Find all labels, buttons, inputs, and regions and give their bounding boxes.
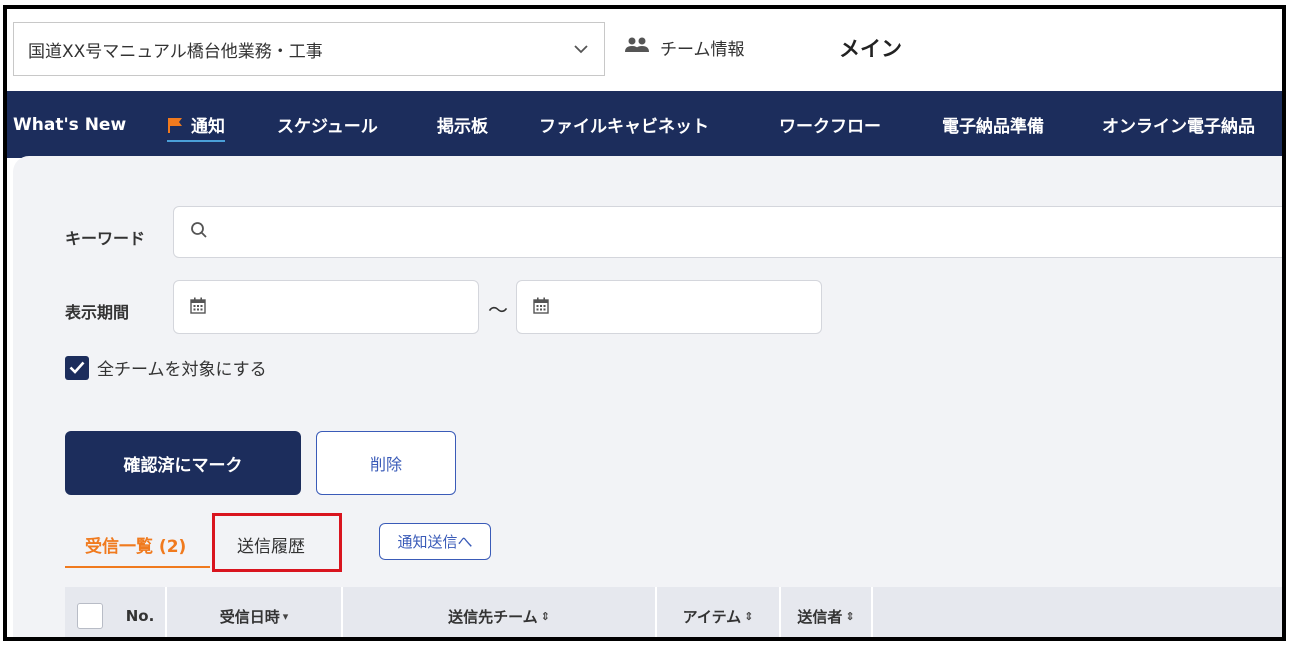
column-label: アイテム [682, 607, 742, 626]
column-label: 受信日時 [219, 607, 280, 626]
column-label: 送信先チーム [448, 607, 538, 626]
team-info-link[interactable]: チーム情報 [624, 35, 745, 60]
calendar-icon [190, 297, 206, 318]
nav-item-label: What's New [13, 114, 127, 135]
main-nav: What's New 通知 スケジュール 掲示板 ファイルキャビネット ワークフ… [7, 91, 1282, 158]
active-nav-indicator [167, 140, 225, 142]
nav-item-whats-new[interactable]: What's New [13, 91, 126, 158]
tab-received-list[interactable]: 受信一覧 (2) [85, 532, 186, 557]
select-all-cell [65, 587, 115, 637]
nav-item-file-cabinet[interactable]: ファイルキャビネット [539, 91, 709, 158]
column-label: 送信者 [797, 607, 843, 626]
team-info-label: チーム情報 [660, 40, 745, 60]
column-divider [871, 587, 873, 637]
search-icon [190, 221, 208, 243]
column-header-item[interactable]: アイテム ⇕ [657, 587, 779, 637]
sort-desc-icon: ▾ [282, 609, 289, 623]
active-tab-indicator [65, 566, 210, 568]
nav-item-label: ワークフロー [779, 117, 881, 137]
select-all-checkbox[interactable] [77, 603, 103, 629]
nav-item-label: ファイルキャビネット [539, 117, 709, 137]
period-separator: ～ [488, 298, 508, 322]
nav-item-e-delivery-prep[interactable]: 電子納品準備 [942, 91, 1044, 158]
sort-icon: ⇕ [540, 609, 550, 623]
flag-icon [167, 117, 183, 133]
nav-item-online-e-delivery[interactable]: オンライン電子納品 [1102, 91, 1255, 158]
nav-item-schedule[interactable]: スケジュール [277, 91, 378, 158]
keyword-input[interactable] [173, 206, 1282, 258]
nav-item-notifications[interactable]: 通知 [167, 91, 225, 158]
nav-item-label: オンライン電子納品 [1102, 117, 1255, 137]
highlight-annotation-box [212, 513, 342, 572]
chevron-down-icon [572, 40, 590, 58]
nav-item-workflow[interactable]: ワークフロー [779, 91, 881, 158]
nav-item-bulletin-board[interactable]: 掲示板 [437, 91, 488, 158]
mark-confirmed-button[interactable]: 確認済にマーク [65, 431, 301, 495]
nav-item-label: 通知 [191, 117, 225, 137]
calendar-icon [533, 297, 549, 318]
team-icon [624, 36, 650, 59]
nav-item-label: スケジュール [277, 117, 378, 137]
app-frame: 国道XX号マニュアル橋台他業務・工事 チーム情報 メイン What's New [3, 5, 1286, 641]
all-teams-label: 全チームを対象にする [97, 360, 267, 380]
table-header: No. 受信日時 ▾ 送信先チーム ⇕ アイテム ⇕ 送信者 ⇕ [65, 587, 1282, 637]
check-icon [69, 361, 85, 374]
project-select-value: 国道XX号マニュアル橋台他業務・工事 [28, 41, 323, 62]
sort-icon: ⇕ [845, 609, 855, 623]
nav-item-label: 電子納品準備 [942, 117, 1044, 137]
project-select[interactable]: 国道XX号マニュアル橋台他業務・工事 [13, 22, 605, 76]
send-notification-button[interactable]: 通知送信へ [379, 523, 491, 560]
period-to-input[interactable] [516, 280, 822, 334]
period-from-input[interactable] [173, 280, 479, 334]
all-teams-checkbox[interactable] [65, 355, 89, 380]
keyword-label: キーワード [65, 229, 146, 248]
column-header-no[interactable]: No. [115, 587, 165, 637]
column-label: No. [125, 607, 155, 625]
content-panel: キーワード 表示期間 ～ 全チームを対象にする 確認済にマーク 削除 受信一覧 … [13, 156, 1282, 637]
sort-icon: ⇕ [744, 609, 754, 623]
delete-button[interactable]: 削除 [316, 431, 456, 495]
column-header-destination-team[interactable]: 送信先チーム ⇕ [343, 587, 655, 637]
column-header-received-at[interactable]: 受信日時 ▾ [167, 587, 341, 637]
top-bar: 国道XX号マニュアル橋台他業務・工事 チーム情報 メイン [7, 9, 1282, 91]
all-teams-option: 全チームを対象にする [65, 355, 267, 380]
page-title: メイン [839, 37, 902, 61]
period-label: 表示期間 [65, 303, 130, 322]
column-header-sender[interactable]: 送信者 ⇕ [781, 587, 871, 637]
nav-item-label: 掲示板 [437, 117, 488, 137]
